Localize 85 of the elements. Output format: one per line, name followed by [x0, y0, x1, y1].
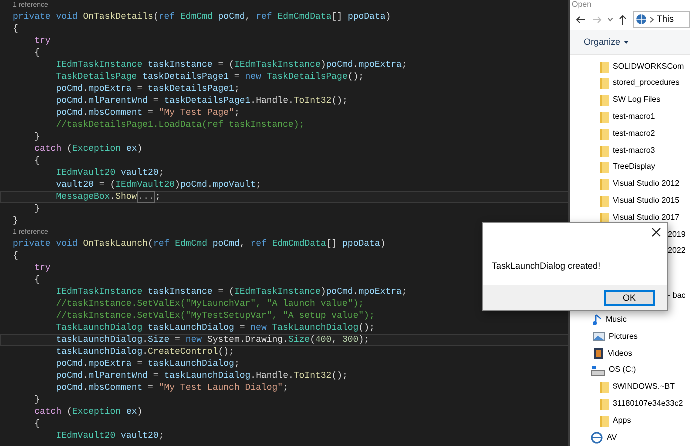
ok-button[interactable]: OK — [604, 290, 655, 306]
folder-icon — [600, 195, 609, 208]
code-line: poCmd.mbsComment = "My Test Launch Dialog"; — [56, 382, 288, 394]
folder-icon — [600, 178, 609, 190]
up-arrow-icon[interactable] — [619, 14, 627, 25]
folder-tree-item[interactable]: OS (C:) — [570, 362, 690, 379]
code-line: { — [34, 418, 40, 430]
code-line: taskLaunchDialog.CreateControl(); — [56, 346, 234, 358]
code-line: TaskDetailsPage taskDetailsPage1 = new TaskDetailsPage(); — [56, 71, 364, 83]
folder-icon — [600, 398, 609, 410]
message-text: TaskLaunchDialog created! — [492, 260, 601, 273]
globe-icon — [636, 14, 647, 26]
code-line: } — [13, 215, 18, 227]
code-line: } — [34, 131, 40, 143]
code-line: { — [34, 47, 40, 59]
folder-tree-item[interactable]: SOLIDWORKSCom — [570, 58, 690, 76]
address-text: This — [657, 12, 674, 26]
folder-tree-item[interactable]: SW Log Files — [570, 92, 690, 109]
code-line: try — [34, 35, 51, 47]
caret-icon[interactable] — [608, 18, 613, 22]
folder-tree-item[interactable]: test-macro2 — [570, 125, 690, 142]
folder-tree-item[interactable]: 2022 — [668, 245, 686, 258]
folder-icon — [600, 212, 609, 224]
code-line: //taskInstance.SetValEx("MyTestSetupVar", "A setup value"); — [56, 310, 375, 322]
code-line: taskLaunchDialog.Size = new System.Drawing.Size(400, 300); — [56, 335, 370, 345]
code-line: IEdmTaskInstance taskInstance = (IEdmTaskInstance)poCmd.mpoExtra; — [56, 286, 408, 298]
dialog-title: Open — [572, 0, 592, 9]
folder-tree-item[interactable]: $WINDOWS.~BT — [570, 378, 690, 396]
folder-tree-item[interactable]: Visual Studio 2015 — [570, 192, 690, 210]
code-line: } — [34, 394, 40, 406]
code-line: //taskDetailsPage1.LoadData(ref taskInstance); — [56, 119, 305, 131]
drive-icon — [591, 364, 605, 376]
code-line: try — [34, 262, 51, 274]
folder-icon — [600, 111, 609, 124]
address-field[interactable]: This — [633, 11, 690, 28]
code-line: catch (Exception ex) — [34, 143, 143, 155]
folder-tree-item[interactable]: Visual Studio 2012 — [570, 176, 690, 193]
code-line: { — [34, 274, 40, 286]
folder-icon — [600, 128, 609, 140]
code-line: poCmd.mpoExtra = taskLaunchDialog; — [56, 358, 240, 370]
code-line: TaskLaunchDialog taskLaunchDialog = new TaskLaunchDialog(); — [56, 322, 375, 334]
code-line: catch (Exception ex) — [34, 406, 143, 418]
folder-tree-item[interactable]: - bac — [668, 290, 686, 302]
code-line: private void OnTaskDetails(ref EdmCmd poCmd, ref EdmCmdData[] ppoData) — [13, 11, 392, 23]
folder-icon — [600, 144, 609, 157]
code-line: IEdmTaskInstance taskInstance = (IEdmTaskInstance)poCmd.mpoExtra; — [56, 59, 408, 71]
network-drive-icon — [591, 432, 603, 444]
code-line: vault20 = (IEdmVault20)poCmd.mpoVault; — [56, 179, 262, 191]
picture-icon — [593, 331, 605, 342]
code-line: poCmd.mlParentWnd = taskDetailsPage1.Handle.ToInt32(); — [56, 95, 348, 107]
folder-icon — [600, 94, 609, 106]
folder-icon — [600, 381, 609, 394]
caret-icon — [624, 40, 629, 44]
code-line: } — [34, 203, 40, 215]
folder-tree-item[interactable]: Apps — [570, 412, 690, 430]
code-line: { — [13, 23, 18, 35]
code-line: IEdmVault20 vault20; — [56, 430, 164, 442]
code-line: poCmd.mlParentWnd = taskLaunchDialog.Handle.ToInt32(); — [56, 370, 348, 382]
music-note-icon — [593, 314, 602, 326]
code-line: IEdmVault20 vault20; — [56, 167, 164, 179]
code-line: { — [34, 155, 40, 167]
folder-tree-item[interactable]: Music — [570, 312, 690, 328]
folder-icon — [600, 414, 609, 427]
code-line: //taskInstance.SetValEx("MyLaunchVar", "A launch value"); — [56, 298, 364, 310]
folder-tree-item[interactable]: stored_procedures — [570, 75, 690, 92]
folder-tree-item[interactable]: Videos — [570, 345, 690, 362]
folder-tree-item[interactable]: 2019 — [668, 228, 686, 241]
code-line: poCmd.mpoExtra = taskDetailsPage1; — [56, 83, 240, 95]
folder-tree-item[interactable]: TreeDisplay — [570, 159, 690, 176]
folder-icon — [600, 161, 609, 174]
folder-tree-item[interactable]: test-macro1 — [570, 108, 690, 126]
close-icon[interactable] — [652, 228, 661, 237]
folder-tree-item[interactable]: Pictures — [570, 328, 690, 346]
code-line: private void OnTaskLaunch(ref EdmCmd poCmd, ref EdmCmdData[] ppoData) — [13, 238, 386, 250]
folder-icon — [600, 60, 609, 73]
chevron-icon — [650, 16, 654, 23]
code-line: poCmd.mbsComment = "My Test Page"; — [56, 107, 240, 119]
back-arrow-icon[interactable] — [576, 16, 586, 24]
folder-icon — [600, 77, 609, 90]
folder-tree-item[interactable]: 31180107e34e33c2 — [570, 396, 690, 412]
code-line: { — [13, 250, 18, 262]
folder-tree-item[interactable]: AV — [570, 429, 690, 446]
film-icon — [593, 348, 604, 360]
code-line: MessageBox.Show...; — [56, 192, 161, 202]
folder-tree-item[interactable]: test-macro3 — [570, 142, 690, 160]
